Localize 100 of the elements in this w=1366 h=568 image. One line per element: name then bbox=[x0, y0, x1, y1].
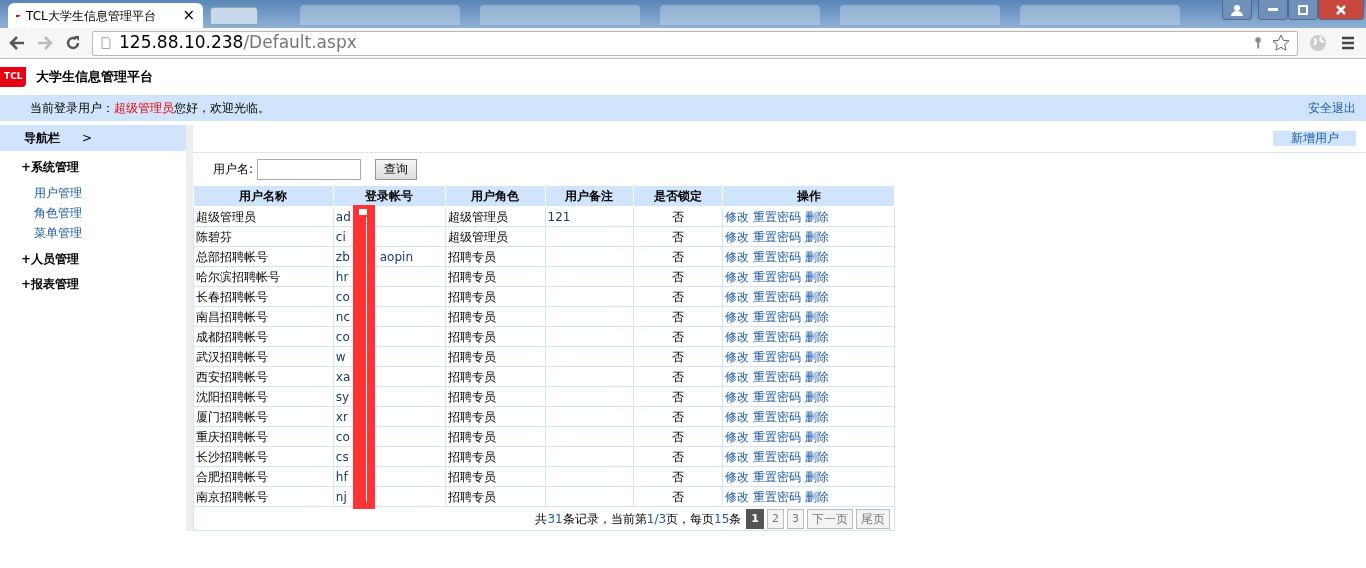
edit-link[interactable]: 修改 bbox=[725, 329, 750, 344]
reset-password-link[interactable]: 重置密码 bbox=[753, 429, 802, 444]
reset-password-link[interactable]: 重置密码 bbox=[753, 269, 802, 284]
edit-link[interactable]: 修改 bbox=[725, 349, 750, 364]
delete-link[interactable]: 删除 bbox=[805, 209, 830, 224]
table-cell: 招聘专员 bbox=[445, 306, 546, 327]
restore-button[interactable] bbox=[1288, 0, 1318, 20]
logout-link[interactable]: 安全退出 bbox=[1308, 99, 1356, 117]
edit-link[interactable]: 修改 bbox=[725, 429, 750, 444]
table-cell: 否 bbox=[633, 246, 723, 267]
delete-link[interactable]: 删除 bbox=[805, 229, 830, 244]
forward-icon[interactable] bbox=[36, 34, 54, 52]
table-cell: 超级管理员 bbox=[445, 226, 546, 247]
table-cell: 成都招聘帐号 bbox=[193, 326, 334, 347]
sidebar-group[interactable]: +人员管理 bbox=[0, 250, 186, 268]
username-field[interactable] bbox=[257, 158, 362, 180]
reset-password-link[interactable]: 重置密码 bbox=[753, 209, 802, 224]
edit-link[interactable]: 修改 bbox=[725, 369, 750, 384]
edit-link[interactable]: 修改 bbox=[725, 389, 750, 404]
edit-link[interactable]: 修改 bbox=[725, 249, 750, 264]
close-icon bbox=[1334, 2, 1348, 17]
edit-link[interactable]: 修改 bbox=[725, 289, 750, 304]
reset-password-link[interactable]: 重置密码 bbox=[753, 409, 802, 424]
back-icon[interactable] bbox=[8, 34, 26, 52]
delete-link[interactable]: 删除 bbox=[805, 329, 830, 344]
delete-link[interactable]: 删除 bbox=[805, 489, 830, 504]
table-cell: 否 bbox=[633, 466, 723, 487]
delete-link[interactable]: 删除 bbox=[805, 449, 830, 464]
toggle-button[interactable]: > bbox=[82, 129, 93, 147]
delete-link[interactable]: 删除 bbox=[805, 249, 830, 264]
page-button[interactable]: 3 bbox=[787, 508, 804, 529]
favicon-icon bbox=[16, 14, 20, 17]
restore-icon bbox=[1296, 2, 1310, 17]
edit-link[interactable]: 修改 bbox=[725, 449, 750, 464]
reset-password-link[interactable]: 重置密码 bbox=[753, 349, 802, 364]
reset-password-link[interactable]: 重置密码 bbox=[753, 369, 802, 384]
column-header: 用户名称 bbox=[193, 185, 334, 207]
delete-link[interactable]: 删除 bbox=[805, 289, 830, 304]
reset-password-link[interactable]: 重置密码 bbox=[753, 329, 802, 344]
add-user-button[interactable]: 新增用户 bbox=[1273, 131, 1356, 146]
table-cell: 招聘专员 bbox=[445, 246, 546, 267]
welcome-text: 当前登录用户：超级管理员您好，欢迎光临。 bbox=[30, 100, 270, 117]
delete-link[interactable]: 删除 bbox=[805, 349, 830, 364]
reset-password-link[interactable]: 重置密码 bbox=[753, 449, 802, 464]
table-cell: 沈阳招聘帐号 bbox=[193, 386, 334, 407]
sidebar-group[interactable]: +系统管理 bbox=[0, 158, 186, 176]
table-cell: 长春招聘帐号 bbox=[193, 286, 334, 307]
table-cell: 否 bbox=[633, 406, 723, 427]
delete-link[interactable]: 删除 bbox=[805, 269, 830, 284]
reset-password-link[interactable]: 重置密码 bbox=[753, 309, 802, 324]
delete-link[interactable]: 删除 bbox=[805, 369, 830, 384]
reset-password-link[interactable]: 重置密码 bbox=[753, 229, 802, 244]
last-page-button[interactable]: 尾页 bbox=[856, 508, 890, 529]
sidebar-item[interactable]: 角色管理 bbox=[34, 203, 186, 223]
edit-link[interactable]: 修改 bbox=[725, 209, 750, 224]
table-cell: 厦门招聘帐号 bbox=[193, 406, 334, 427]
table-cell: 否 bbox=[633, 486, 723, 507]
next-page-button[interactable]: 下一页 bbox=[807, 508, 853, 529]
edit-link[interactable]: 修改 bbox=[725, 269, 750, 284]
star-icon[interactable] bbox=[1271, 34, 1291, 52]
table-cell: 招聘专员 bbox=[445, 486, 546, 507]
delete-link[interactable]: 删除 bbox=[805, 469, 830, 484]
table-cell: 西安招聘帐号 bbox=[193, 366, 334, 387]
delete-link[interactable]: 删除 bbox=[805, 409, 830, 424]
reset-password-link[interactable]: 重置密码 bbox=[753, 469, 802, 484]
url-text: 125.88.10.238/Default.aspx bbox=[119, 31, 358, 55]
reload-icon[interactable] bbox=[64, 34, 82, 52]
edit-link[interactable]: 修改 bbox=[725, 469, 750, 484]
edit-link[interactable]: 修改 bbox=[725, 229, 750, 244]
pagination-summary: 共31条记录，当前第1/3页，每页15条 bbox=[535, 510, 742, 528]
edit-link[interactable]: 修改 bbox=[725, 309, 750, 324]
edit-link[interactable]: 修改 bbox=[725, 489, 750, 504]
delete-link[interactable]: 删除 bbox=[805, 429, 830, 444]
edit-link[interactable]: 修改 bbox=[725, 409, 750, 424]
table-cell: 否 bbox=[633, 306, 723, 327]
column-header: 用户角色 bbox=[445, 185, 546, 207]
delete-link[interactable]: 删除 bbox=[805, 389, 830, 404]
minimize-button[interactable] bbox=[1258, 0, 1288, 20]
user-button[interactable] bbox=[1222, 0, 1252, 20]
page-button[interactable]: 1 bbox=[746, 508, 764, 529]
reset-password-link[interactable]: 重置密码 bbox=[753, 289, 802, 304]
sidebar-item[interactable]: 菜单管理 bbox=[34, 223, 186, 243]
reset-password-link[interactable]: 重置密码 bbox=[753, 249, 802, 264]
sidebar-item[interactable]: 用户管理 bbox=[34, 183, 186, 203]
search-button[interactable]: 查询 bbox=[375, 158, 418, 180]
delete-link[interactable]: 删除 bbox=[805, 309, 830, 324]
close-button[interactable] bbox=[1318, 0, 1364, 20]
column-header: 操作 bbox=[722, 185, 895, 207]
reset-password-link[interactable]: 重置密码 bbox=[753, 489, 802, 504]
page-button[interactable]: 2 bbox=[767, 508, 784, 529]
table-cell: 否 bbox=[633, 326, 723, 347]
reset-password-link[interactable]: 重置密码 bbox=[753, 389, 802, 404]
browser-tab[interactable]: TCL大学生信息管理平台 × bbox=[8, 3, 203, 28]
sidebar-group[interactable]: +报表管理 bbox=[0, 275, 186, 293]
table-cell: 否 bbox=[633, 426, 723, 447]
table-cell: 南昌招聘帐号 bbox=[193, 306, 334, 327]
table-cell: 招聘专员 bbox=[445, 466, 546, 487]
address-bar[interactable]: 125.88.10.238/Default.aspx bbox=[92, 30, 1298, 56]
table-cell: 陈碧芬 bbox=[193, 226, 334, 247]
logo: TCL bbox=[0, 67, 27, 87]
